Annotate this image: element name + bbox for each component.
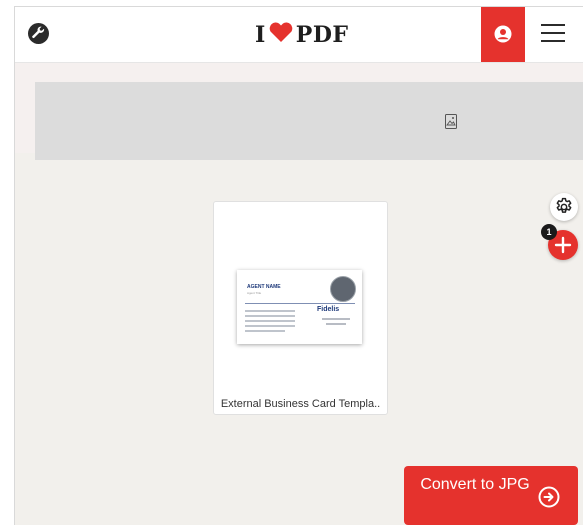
thumbnail-tagline <box>326 323 346 325</box>
ilovepdf-logo[interactable]: I PDF <box>255 22 349 48</box>
thumbnail-divider <box>245 303 355 304</box>
file-count-badge: 1 <box>541 224 557 240</box>
ad-banner <box>35 82 583 160</box>
thumbnail-brand: Fidelis <box>317 306 340 313</box>
top-navbar: I PDF <box>15 7 583 63</box>
app-frame: I PDF AGENT NAME Agent Title Fidelis Ext… <box>14 6 583 525</box>
convert-button[interactable]: Convert to JPG <box>404 466 578 525</box>
logo-prefix: I <box>255 22 266 48</box>
thumbnail-contact-line <box>245 320 295 322</box>
account-button[interactable] <box>481 7 525 62</box>
arrow-right-circle-icon <box>538 486 560 508</box>
gear-icon <box>556 197 572 213</box>
wrench-icon[interactable] <box>28 23 49 44</box>
thumbnail-contact-line <box>245 330 285 332</box>
thumbnail-contact-line <box>245 325 295 327</box>
thumbnail-photo <box>330 276 356 302</box>
file-card[interactable]: AGENT NAME Agent Title Fidelis External … <box>213 201 388 415</box>
file-thumbnail: AGENT NAME Agent Title Fidelis <box>237 270 362 344</box>
heart-icon <box>268 21 294 49</box>
user-icon <box>494 25 512 43</box>
thumbnail-contact-line <box>245 310 295 312</box>
thumbnail-contact-line <box>245 315 295 317</box>
image-icon <box>445 114 457 129</box>
logo-suffix: PDF <box>295 22 349 48</box>
convert-button-label: Convert to JPG <box>420 476 530 493</box>
thumbnail-tagline <box>322 318 350 320</box>
hamburger-menu-icon[interactable] <box>541 24 565 44</box>
file-name: External Business Card Templa.. <box>220 398 381 410</box>
thumbnail-agent-name: AGENT NAME <box>247 284 281 290</box>
settings-button[interactable] <box>550 193 578 221</box>
thumbnail-agent-title: Agent Title <box>247 291 262 295</box>
plus-icon <box>554 236 572 254</box>
